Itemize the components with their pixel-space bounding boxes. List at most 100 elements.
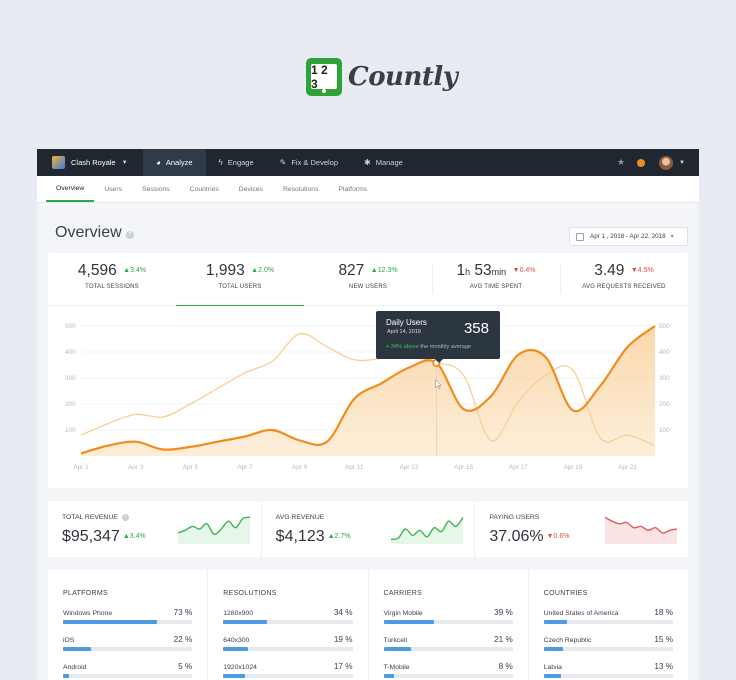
list-item[interactable]: 1920x1024 17 % [223, 662, 353, 678]
list-title: CARRIERS [383, 590, 423, 597]
x-tick-label: Apr 19 [564, 464, 583, 471]
app-window: Clash Royale ▼ ◕ Analyze ϟ Engage ✎ Fix … [37, 149, 699, 680]
list-title: COUNTRIES [543, 590, 588, 597]
sub-nav: Overview Users Sessions Countries Device… [37, 176, 699, 203]
sparkline-area [391, 517, 464, 544]
daily-users-chart[interactable]: 100 100 200 200 300 300 400 400 500 500 Apr 1 Apr 3… [48, 306, 688, 488]
x-tick-label: Apr 15 [454, 464, 473, 471]
list-item[interactable]: T-Mobile 8 % [383, 662, 513, 678]
tab-sessions[interactable]: Sessions [132, 176, 180, 202]
list-item-name: iOS [63, 637, 75, 644]
title-row: Overview ? [55, 224, 134, 242]
kpi-change: ▼4.5% [630, 267, 654, 274]
nav-analyze[interactable]: ◕ Analyze [143, 149, 206, 176]
kpi-new-users[interactable]: 827 ▲12.3% NEW USERS [304, 253, 432, 305]
x-tick-label: Apr 13 [400, 464, 419, 471]
list-item[interactable]: 1280x900 34 % [223, 608, 353, 624]
bar-fill [383, 647, 411, 651]
total-revenue-sparkline [177, 516, 250, 544]
kpi-avg-time-spent[interactable]: 1h 53min ▼0.4% AVG TIME SPENT [432, 253, 560, 305]
kpi-label: AVG TIME SPENT [469, 284, 523, 290]
kpi-change: ▼0.4% [512, 267, 536, 274]
bar-fill [63, 647, 92, 651]
date-range-text: Apr 1 , 2018 - Apr 22, 2018 [590, 233, 666, 240]
logo-dot [322, 89, 326, 93]
help-icon[interactable]: ? [125, 230, 134, 239]
y-tick-label-left: 100 [65, 427, 76, 434]
chevron-down-icon[interactable]: ▼ [679, 160, 685, 166]
kpi-label: NEW USERS [348, 284, 388, 290]
bar-track [383, 620, 513, 624]
list-item[interactable]: 640x300 19 % [223, 635, 353, 651]
tooltip-date: April 14, 2018 [387, 329, 421, 335]
bar-track [63, 674, 193, 678]
tab-devices[interactable]: Devices [229, 176, 273, 202]
y-tick-label-left: 300 [65, 375, 76, 382]
list-item[interactable]: Czech Republic 15 % [543, 635, 673, 651]
star-icon[interactable]: ★ [617, 157, 625, 168]
notification-icon[interactable] [637, 158, 646, 167]
metric-label: TOTAL REVENUE i [62, 514, 129, 521]
tab-overview[interactable]: Overview [46, 176, 95, 202]
tab-users[interactable]: Users [94, 176, 132, 202]
breakdown-card: PLATFORMS Windows Phone 73 % iOS 22 % Android… [48, 570, 688, 680]
list-item[interactable]: United States of America 18 % [543, 608, 673, 624]
list-item[interactable]: Android 5 % [63, 662, 193, 678]
nav-fix-develop[interactable]: ✎ Fix & Develop [267, 149, 351, 176]
list-item-name: United States of America [543, 610, 619, 617]
tab-platforms[interactable]: Platforms [328, 176, 377, 202]
countly-logo-icon: 1 2 3 [306, 58, 342, 96]
nav-engage[interactable]: ϟ Engage [206, 149, 267, 176]
tooltip-note: + 34% above the monthly average [386, 344, 472, 350]
bar-fill [543, 647, 564, 651]
y-tick-label-left: 200 [65, 401, 76, 408]
bar-track [223, 647, 353, 651]
metric-paying-users[interactable]: PAYING USERS 37.06% ▼0.6% [474, 501, 688, 557]
tab-countries[interactable]: Countries [180, 176, 229, 202]
y-tick-label-left: 400 [65, 349, 76, 356]
list-item[interactable]: Turkcell 21 % [383, 635, 513, 651]
x-tick-label: Apr 21 [618, 464, 637, 471]
date-range-picker[interactable]: Apr 1 , 2018 - Apr 22, 2018 ▾ [569, 227, 688, 246]
list-item[interactable]: Windows Phone 73 % [63, 608, 193, 624]
y-tick-label-right: 300 [659, 375, 670, 382]
logo-screen: 1 2 3 [311, 63, 337, 91]
avatar[interactable] [659, 155, 674, 170]
bar-fill [383, 620, 434, 624]
list-item-percent: 39 % [494, 608, 513, 617]
app-selector[interactable]: Clash Royale ▼ [37, 149, 143, 176]
kpi-change: ▲2.0% [251, 267, 275, 274]
list-item-percent: 5 % [178, 662, 193, 671]
nav-manage-label: Manage [375, 158, 403, 167]
overview-card: 4,596 ▲3.4% TOTAL SESSIONS 1,993 ▲2.0% T… [48, 253, 688, 488]
bar-track [63, 647, 193, 651]
tooltip-value: 358 [463, 320, 489, 337]
avg-revenue-sparkline [391, 516, 464, 544]
metric-avg-revenue[interactable]: AVG REVENUE $4,123 ▲2.7% [260, 501, 475, 557]
bar-track [383, 647, 513, 651]
kpi-value: 3.49 [594, 262, 625, 279]
bar-fill [223, 674, 246, 678]
app-name: Clash Royale [71, 158, 116, 167]
list-item[interactable]: Virgin Mobile 39 % [383, 608, 513, 624]
help-icon[interactable]: i [121, 514, 129, 521]
kpi-total-sessions[interactable]: 4,596 ▲3.4% TOTAL SESSIONS [48, 253, 176, 305]
list-item-percent: 19 % [333, 635, 353, 644]
bar-fill [63, 674, 70, 678]
list-title: RESOLUTIONS [223, 590, 277, 597]
list-item-percent: 17 % [333, 662, 353, 671]
x-tick-label: Apr 5 [183, 464, 199, 471]
list-item-percent: 13 % [654, 662, 673, 671]
metric-total-revenue[interactable]: TOTAL REVENUE i $95,347 ▲3.4% [48, 501, 261, 557]
kpi-avg-requests[interactable]: 3.49 ▼4.5% AVG REQUESTS RECEIVED [560, 253, 688, 305]
y-tick-label-right: 100 [659, 427, 670, 434]
kpi-label: AVG REQUESTS RECEIVED [582, 284, 666, 290]
tab-resolutions[interactable]: Resolutions [273, 176, 329, 202]
x-tick-label: Apr 11 [345, 464, 364, 471]
list-item[interactable]: Latvia 13 % [543, 662, 673, 678]
nav-manage[interactable]: ✱ Manage [351, 149, 416, 176]
list-item-percent: 8 % [498, 662, 513, 671]
bar-fill [383, 674, 394, 678]
list-item[interactable]: iOS 22 % [63, 635, 193, 651]
kpi-total-users[interactable]: 1,993 ▲2.0% TOTAL USERS [176, 253, 304, 306]
